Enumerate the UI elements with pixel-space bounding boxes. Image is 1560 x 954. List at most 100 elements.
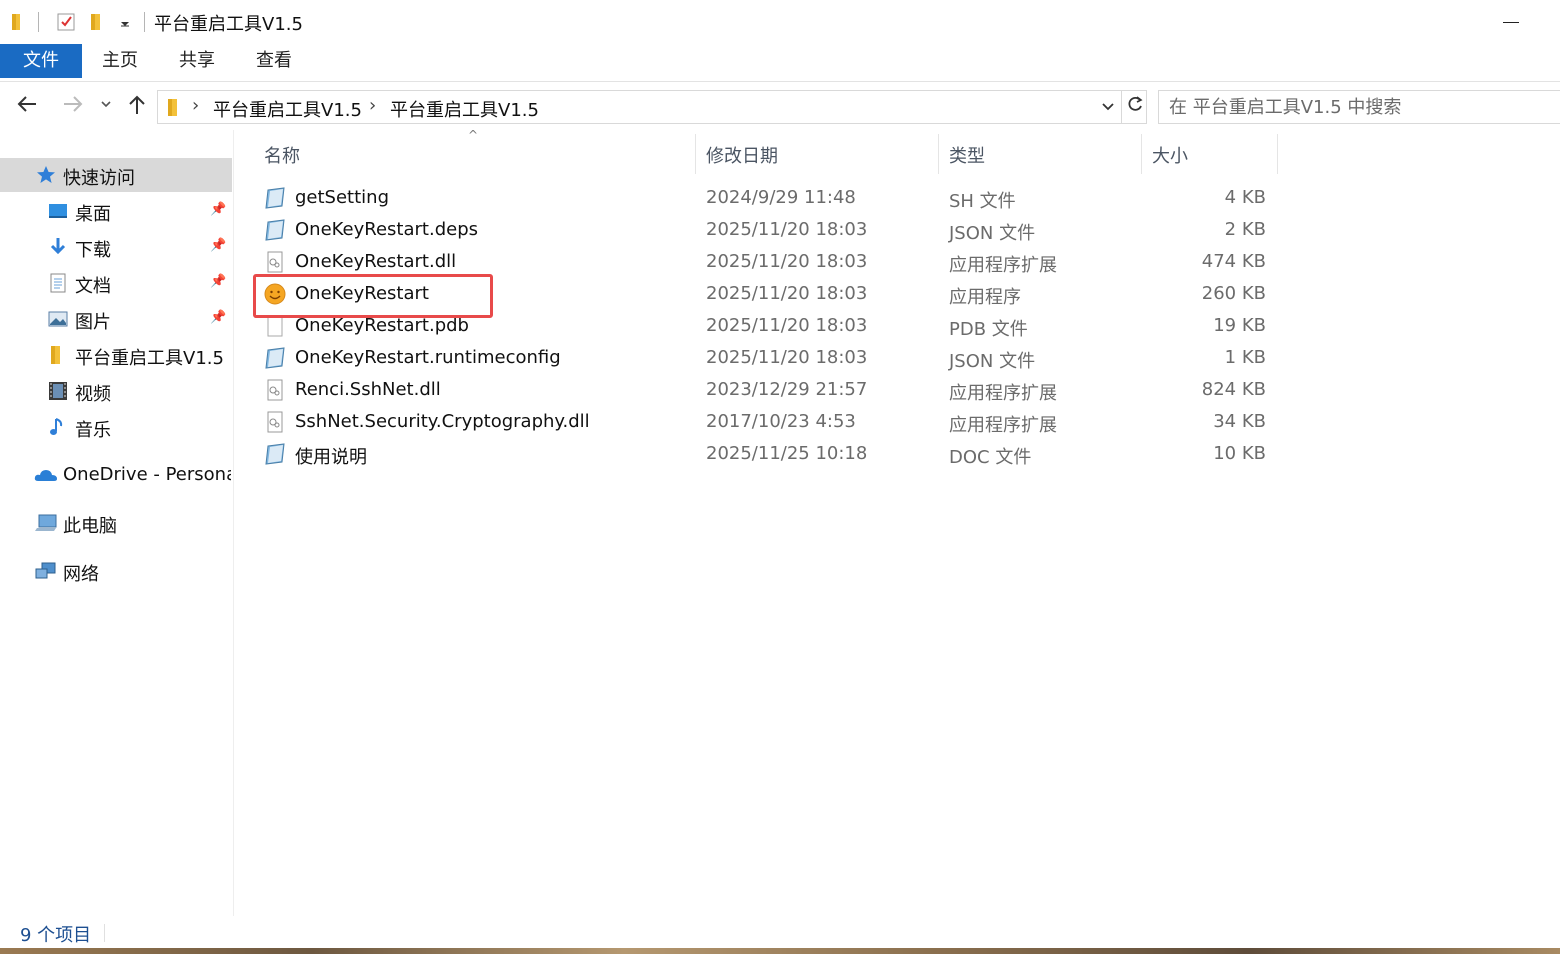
properties-icon[interactable] (56, 12, 76, 32)
file-date: 2024/9/29 11:48 (706, 187, 856, 208)
breadcrumb-item[interactable]: 平台重启工具V1.5 (213, 96, 362, 122)
dll-file-icon (267, 411, 283, 433)
file-name: Renci.SshNet.dll (295, 379, 441, 400)
forward-button[interactable] (58, 94, 88, 120)
file-name: OneKeyRestart.deps (295, 219, 479, 240)
chevron-down-icon (101, 101, 111, 108)
column-divider[interactable] (1277, 134, 1278, 174)
file-row[interactable]: OneKeyRestart.runtimeconfig 2025/11/20 1… (256, 342, 1278, 374)
column-header-type[interactable]: 类型 (949, 142, 985, 168)
ribbon-tab-file[interactable]: 文件 (0, 44, 82, 78)
column-divider[interactable] (938, 134, 939, 174)
refresh-button[interactable] (1121, 90, 1147, 124)
file-row[interactable]: OneKeyRestart 2025/11/20 18:03 应用程序 260 … (256, 278, 1278, 310)
recent-locations-button[interactable] (96, 94, 116, 120)
pin-icon[interactable]: 📌 (210, 202, 226, 217)
arrow-right-icon (64, 96, 83, 112)
file-date: 2025/11/20 18:03 (706, 283, 868, 304)
column-header-date[interactable]: 修改日期 (706, 142, 778, 168)
ribbon-tab-share[interactable]: 共享 (175, 44, 219, 78)
refresh-icon (1128, 96, 1143, 111)
search-input[interactable] (1159, 91, 1560, 123)
address-dropdown-icon[interactable] (1100, 96, 1116, 120)
breadcrumb-separator[interactable]: › (369, 95, 376, 116)
folder-icon[interactable] (10, 12, 26, 32)
file-row[interactable]: OneKeyRestart.dll 2025/11/20 18:03 应用程序扩… (256, 246, 1278, 278)
new-folder-icon[interactable] (88, 12, 106, 32)
file-date: 2017/10/23 4:53 (706, 411, 856, 432)
status-bar: 9 个项目 (0, 916, 1560, 948)
ribbon-tab-view[interactable]: 查看 (252, 44, 296, 78)
file-size: 2 KB (1224, 219, 1266, 240)
desktop-icon (49, 204, 67, 218)
column-divider[interactable] (695, 134, 696, 174)
sidebar-item-label: 图片 (75, 312, 111, 333)
file-row[interactable]: OneKeyRestart.deps 2025/11/20 18:03 JSON… (256, 214, 1278, 246)
picture-icon (48, 311, 68, 327)
window-title: 平台重启工具V1.5 (154, 14, 303, 35)
sidebar-item-label: 平台重启工具V1.5 (75, 348, 224, 369)
file-type: PDB 文件 (949, 319, 1028, 340)
file-name: OneKeyRestart.pdb (295, 315, 469, 336)
customize-toolbar-icon[interactable] (118, 12, 132, 32)
column-header-name[interactable]: 名称 (264, 142, 300, 168)
column-divider[interactable] (1141, 134, 1142, 174)
sidebar-item-this-pc[interactable]: 此电脑 (0, 506, 232, 540)
folder-icon (51, 346, 60, 364)
file-size: 474 KB (1201, 251, 1266, 272)
sidebar-item-desktop[interactable]: 桌面 📌 (0, 194, 232, 228)
pin-icon[interactable]: 📌 (210, 310, 226, 325)
document-icon (50, 273, 66, 293)
file-size: 4 KB (1224, 187, 1266, 208)
file-row[interactable]: 使用说明 2025/11/25 10:18 DOC 文件 10 KB (256, 438, 1278, 470)
generic-file-icon (265, 219, 285, 241)
navigation-pane: 快速访问 桌面 📌 下载 📌 文档 📌 图片 📌 平台重启工具V1.5 视频 音… (0, 130, 234, 916)
status-separator (104, 924, 105, 942)
file-row[interactable]: getSetting 2024/9/29 11:48 SH 文件 4 KB (256, 182, 1278, 214)
sidebar-item-documents[interactable]: 文档 📌 (0, 266, 232, 300)
minimize-button[interactable] (1490, 8, 1534, 36)
address-bar[interactable]: › 平台重启工具V1.5 › 平台重启工具V1.5 (157, 90, 1147, 124)
blank-file-icon (267, 315, 283, 337)
sidebar-item-label: 视频 (75, 384, 111, 405)
search-box[interactable] (1158, 90, 1560, 124)
sort-ascending-icon: ^ (468, 128, 479, 142)
item-count: 9 个项目 (20, 925, 92, 946)
file-name: getSetting (295, 187, 390, 208)
sidebar-item-label: 文档 (75, 276, 111, 297)
sidebar-item-label: 快速访问 (63, 168, 135, 189)
file-type: 应用程序扩展 (949, 415, 1057, 436)
pin-icon[interactable]: 📌 (210, 274, 226, 289)
sidebar-item-label: 音乐 (75, 420, 111, 441)
file-row[interactable]: SshNet.Security.Cryptography.dll 2017/10… (256, 406, 1278, 438)
file-name: 使用说明 (295, 447, 367, 468)
breadcrumb-separator[interactable]: › (192, 95, 199, 116)
video-icon (49, 382, 67, 400)
file-row[interactable]: OneKeyRestart.pdb 2025/11/20 18:03 PDB 文… (256, 310, 1278, 342)
generic-file-icon (265, 443, 285, 465)
sidebar-item-label: 网络 (63, 564, 99, 585)
quick-access-separator (38, 12, 39, 32)
sidebar-item-videos[interactable]: 视频 (0, 374, 232, 408)
file-row[interactable]: Renci.SshNet.dll 2023/12/29 21:57 应用程序扩展… (256, 374, 1278, 406)
up-button[interactable] (124, 94, 150, 120)
star-icon (37, 166, 55, 183)
arrow-up-icon (129, 95, 145, 114)
file-type: 应用程序扩展 (949, 255, 1057, 276)
file-date: 2025/11/20 18:03 (706, 315, 868, 336)
file-name: OneKeyRestart (295, 283, 429, 304)
sidebar-item-pictures[interactable]: 图片 📌 (0, 302, 232, 336)
sidebar-item-downloads[interactable]: 下载 📌 (0, 230, 232, 264)
sidebar-item-onedrive[interactable]: OneDrive - Personal (0, 458, 232, 492)
sidebar-item-network[interactable]: 网络 (0, 554, 232, 588)
sidebar-item-quick-access[interactable]: 快速访问 (0, 158, 232, 192)
breadcrumb-item[interactable]: 平台重启工具V1.5 (390, 96, 539, 122)
sidebar-item-music[interactable]: 音乐 (0, 410, 232, 444)
pin-icon[interactable]: 📌 (210, 238, 226, 253)
title-separator (144, 12, 145, 32)
sidebar-item-folder[interactable]: 平台重启工具V1.5 (0, 338, 232, 372)
column-header-size[interactable]: 大小 (1152, 142, 1188, 168)
dll-file-icon (267, 379, 283, 401)
ribbon-tab-home[interactable]: 主页 (98, 44, 142, 78)
back-button[interactable] (12, 94, 42, 120)
